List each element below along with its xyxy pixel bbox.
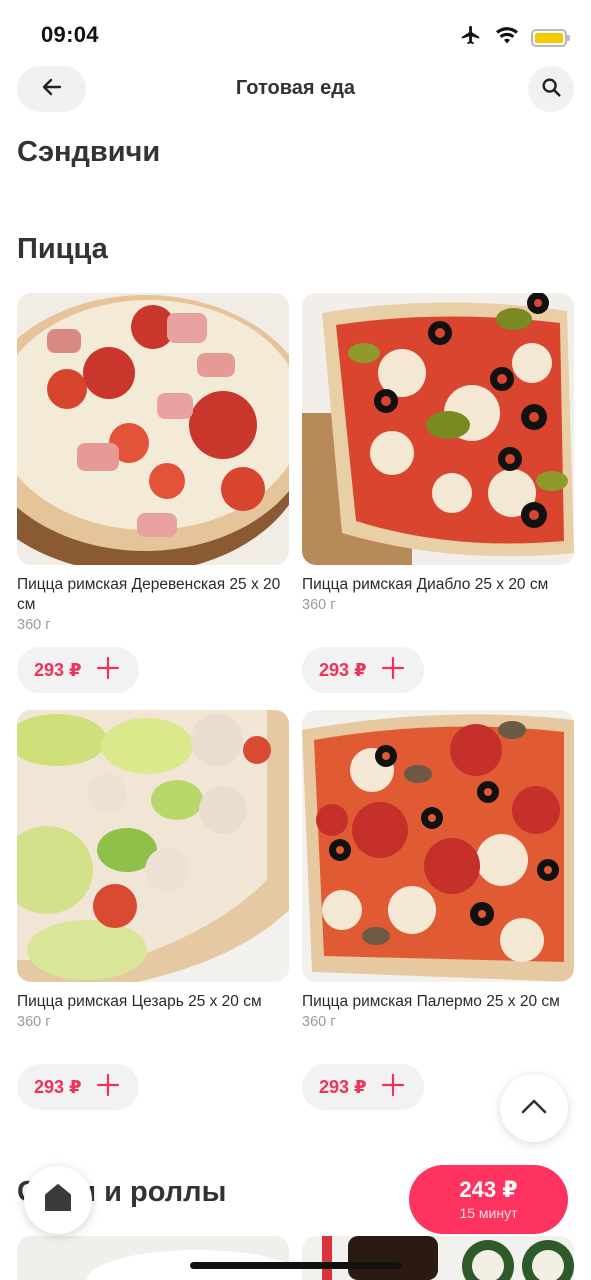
price-label: 293 ₽ (34, 1076, 82, 1097)
product-image[interactable] (302, 710, 574, 982)
product-card[interactable]: Пицца римская Палермо 25 х 20 см 360 г (302, 710, 574, 1030)
product-name: Пицца римская Цезарь 25 х 20 см (17, 993, 262, 1010)
plus-icon (381, 1073, 405, 1102)
price-label: 293 ₽ (34, 659, 82, 680)
home-button[interactable] (24, 1166, 92, 1234)
product-card[interactable]: Пицца римская Цезарь 25 х 20 см 360 г (17, 710, 289, 1030)
product-image[interactable] (302, 293, 574, 565)
delivery-eta: 15 минут (459, 1205, 518, 1221)
product-image[interactable] (302, 1236, 574, 1280)
add-to-cart-button[interactable]: 293 ₽ (17, 1064, 139, 1110)
add-to-cart-button[interactable]: 293 ₽ (17, 647, 139, 693)
wifi-icon (495, 25, 519, 50)
search-button[interactable] (528, 66, 574, 112)
product-image[interactable] (17, 710, 289, 982)
product-name: Пицца римская Деревенская 25 х 20 см (17, 576, 281, 613)
plus-icon (381, 656, 405, 685)
add-to-cart-button[interactable]: 293 ₽ (302, 647, 424, 693)
price-label: 293 ₽ (319, 659, 367, 680)
cart-total: 243 ₽ (459, 1177, 518, 1202)
battery-icon (531, 28, 570, 47)
scroll-to-top-button[interactable] (500, 1074, 568, 1142)
product-card[interactable]: Пицца римская Деревенская 25 х 20 см 360… (17, 293, 289, 633)
price-label: 293 ₽ (319, 1076, 367, 1097)
product-card[interactable]: Пицца римская Диабло 25 х 20 см 360 г (302, 293, 574, 613)
product-weight: 360 г (302, 597, 336, 613)
home-icon (42, 1182, 74, 1219)
home-indicator (190, 1262, 402, 1269)
plus-icon (96, 1073, 120, 1102)
status-bar: 09:04 (0, 0, 591, 66)
section-title-sandwiches[interactable]: Сэндвичи (17, 136, 160, 169)
add-to-cart-button[interactable]: 293 ₽ (302, 1064, 424, 1110)
header: Готовая еда (0, 66, 591, 112)
airplane-icon (459, 24, 483, 51)
product-weight: 360 г (302, 1014, 336, 1030)
product-name: Пицца римская Палермо 25 х 20 см (302, 993, 560, 1010)
chevron-up-icon (520, 1097, 548, 1120)
status-time: 09:04 (41, 22, 99, 47)
status-icons (459, 24, 570, 51)
section-title-pizza[interactable]: Пицца (17, 233, 108, 266)
search-icon (540, 76, 562, 103)
product-image[interactable] (17, 293, 289, 565)
page-title: Готовая еда (235, 77, 356, 99)
product-name: Пицца римская Диабло 25 х 20 см (302, 576, 549, 593)
product-image[interactable] (17, 1236, 289, 1280)
cart-button[interactable]: 243 ₽ 15 минут (409, 1165, 568, 1234)
product-weight: 360 г (17, 617, 51, 633)
plus-icon (96, 656, 120, 685)
product-weight: 360 г (17, 1014, 51, 1030)
